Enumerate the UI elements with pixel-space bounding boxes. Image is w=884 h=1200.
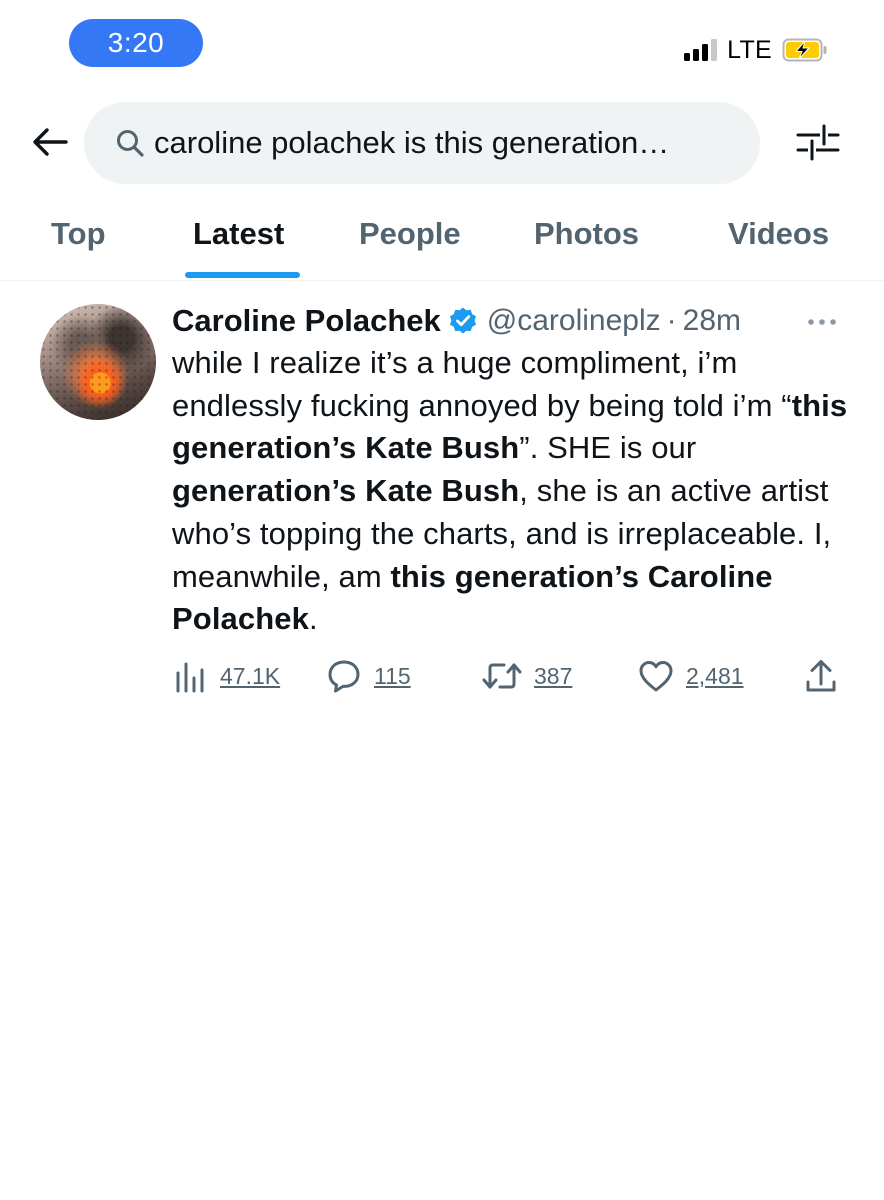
like-button[interactable]: 2,481 bbox=[638, 656, 744, 696]
status-time[interactable]: 3:20 bbox=[69, 19, 203, 67]
search-tabs: Top Latest People Photos Videos bbox=[0, 200, 884, 281]
retweet-icon bbox=[482, 663, 522, 689]
tweet-timestamp[interactable]: 28m bbox=[683, 304, 741, 338]
tweet-actions: 47.1K 115 387 2,481 bbox=[0, 656, 884, 696]
battery-charging-icon bbox=[782, 38, 827, 62]
tweet-header: Caroline Polachek @carolineplz · 28m bbox=[172, 300, 741, 342]
reply-button[interactable]: 115 bbox=[326, 656, 411, 696]
meta-separator: · bbox=[666, 304, 677, 337]
author-handle[interactable]: @carolineplz bbox=[487, 304, 661, 338]
more-options-button[interactable] bbox=[804, 304, 840, 340]
back-button[interactable] bbox=[28, 120, 72, 164]
sliders-icon bbox=[796, 124, 840, 161]
heart-icon bbox=[639, 661, 673, 692]
tweet-text-segment: . bbox=[308, 601, 318, 637]
tweet-text-bold-segment: generation’s Kate Bush bbox=[172, 473, 520, 509]
analytics-bars-icon bbox=[176, 662, 204, 693]
retweet-button[interactable]: 387 bbox=[482, 656, 572, 696]
tab-videos[interactable]: Videos bbox=[728, 200, 829, 280]
arrow-left-icon bbox=[33, 128, 68, 156]
active-tab-indicator bbox=[185, 272, 300, 278]
tab-top[interactable]: Top bbox=[51, 200, 106, 280]
author-name[interactable]: Caroline Polachek bbox=[172, 303, 441, 339]
search-filters-button[interactable] bbox=[796, 120, 840, 164]
tweet-text-segment: ”. SHE is our bbox=[519, 430, 697, 466]
share-icon bbox=[806, 660, 836, 692]
status-bar: 3:20 LTE bbox=[0, 0, 884, 90]
search-header: caroline polachek is this generation… bbox=[0, 100, 884, 186]
verified-badge-icon bbox=[449, 307, 476, 334]
views-count: 47.1K bbox=[220, 662, 281, 689]
tweet-text-segment: while I realize it’s a huge compliment, … bbox=[172, 345, 792, 423]
tab-latest[interactable]: Latest bbox=[193, 200, 284, 280]
avatar[interactable] bbox=[40, 304, 156, 420]
tweet-text: while I realize it’s a huge compliment, … bbox=[172, 342, 852, 641]
retweet-count: 387 bbox=[534, 662, 573, 689]
search-icon bbox=[117, 130, 144, 157]
tab-people[interactable]: People bbox=[359, 200, 461, 280]
reply-bubble-icon bbox=[328, 660, 360, 693]
like-count: 2,481 bbox=[686, 662, 744, 689]
cellular-signal-icon bbox=[684, 39, 718, 61]
tweet[interactable]: Caroline Polachek @carolineplz · 28m whi… bbox=[0, 282, 884, 712]
network-type: LTE bbox=[727, 35, 772, 64]
views-button[interactable]: 47.1K bbox=[174, 656, 280, 696]
search-input[interactable]: caroline polachek is this generation… bbox=[84, 102, 760, 184]
status-indicators: LTE bbox=[684, 32, 828, 68]
tab-photos[interactable]: Photos bbox=[534, 200, 639, 280]
more-horizontal-icon bbox=[808, 319, 836, 325]
reply-count: 115 bbox=[374, 662, 411, 689]
share-button[interactable] bbox=[804, 656, 838, 696]
search-query: caroline polachek is this generation… bbox=[154, 125, 670, 160]
